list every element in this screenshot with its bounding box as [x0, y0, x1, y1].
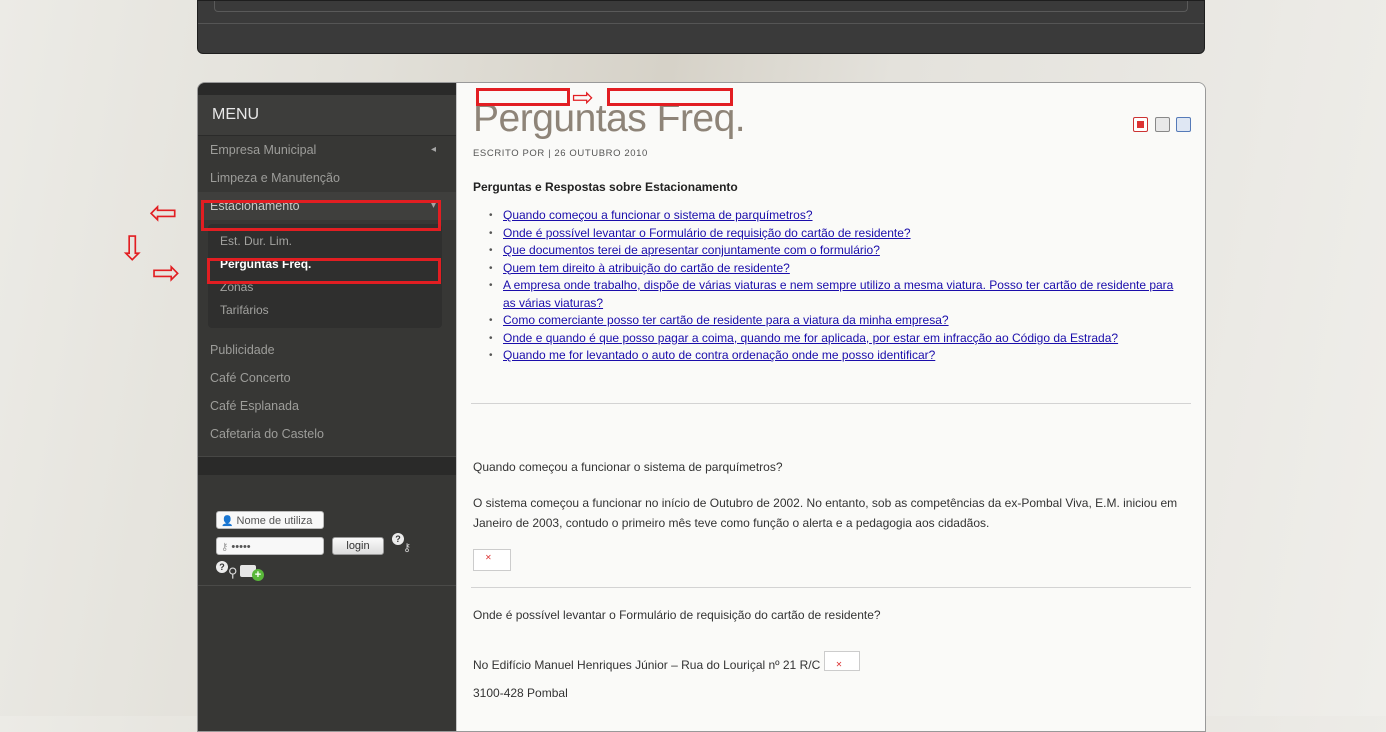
menu-item-label: Limpeza e Manutenção [210, 171, 340, 185]
user-icon: 👤 [221, 516, 234, 527]
menu-item-label: Cafetaria do Castelo [210, 427, 324, 441]
submenu-item-tarifarios[interactable]: Tarifários [208, 299, 442, 322]
menu-item-limpeza-manutencao[interactable]: Limpeza e Manutenção [198, 164, 456, 192]
menu-item-label: Empresa Municipal [210, 143, 317, 157]
menu-list: Empresa Municipal ◂ Limpeza e Manutenção… [198, 136, 456, 448]
main-container: MENU Empresa Municipal ◂ Limpeza e Manut… [197, 82, 1206, 732]
menu-item-label: Publicidade [210, 343, 275, 357]
broken-image-icon [823, 651, 860, 675]
menu-item-label: Café Esplanada [210, 399, 299, 413]
article-tools [1131, 117, 1191, 135]
sidebar: MENU Empresa Municipal ◂ Limpeza e Manut… [198, 83, 456, 731]
faq-link[interactable]: A empresa onde trabalho, dispõe de vária… [503, 278, 1173, 310]
faq-link[interactable]: Quando me for levantado o auto de contra… [503, 348, 935, 362]
faq-list: Quando começou a funcionar o sistema de … [487, 207, 1187, 365]
add-user-icon[interactable]: + [252, 569, 264, 581]
pdf-icon[interactable] [1133, 117, 1149, 132]
menu-item-label: Café Concerto [210, 371, 291, 385]
login-box: 👤 Nome de utiliza ⚷ ••••• login ? ⚷ ? ⚲ … [198, 475, 456, 586]
faq-item: Quem tem direito à atribuição do cartão … [487, 260, 1187, 278]
question-1: Quando começou a funcionar o sistema de … [473, 460, 783, 474]
faq-link[interactable]: Quem tem direito à atribuição do cartão … [503, 261, 790, 275]
faq-item: Que documentos terei de apresentar conju… [487, 242, 1187, 260]
top-header-bar [197, 0, 1205, 54]
question-2: Onde é possível levantar o Formulário de… [473, 608, 881, 622]
menu-item-publicidade[interactable]: Publicidade [198, 336, 456, 364]
submenu-item-est-dur-lim[interactable]: Est. Dur. Lim. [208, 230, 442, 253]
menu-item-cafetaria-castelo[interactable]: Cafetaria do Castelo [198, 420, 456, 448]
annotation-box [607, 88, 733, 106]
content-area: Perguntas Freq. ESCRITO POR | 26 OUTUBRO… [456, 83, 1205, 731]
sidebar-divider [198, 456, 456, 475]
menu-item-cafe-esplanada[interactable]: Café Esplanada [198, 392, 456, 420]
answer-2-line-2: 3100-428 Pombal [473, 686, 568, 700]
annotation-box [207, 258, 441, 284]
menu-item-cafe-concerto[interactable]: Café Concerto [198, 364, 456, 392]
broken-image-icon [473, 549, 511, 571]
answer-2-text: No Edifício Manuel Henriques Júnior – Ru… [473, 658, 821, 672]
divider [471, 587, 1191, 588]
faq-link[interactable]: Que documentos terei de apresentar conju… [503, 243, 880, 257]
username-placeholder: Nome de utiliza [236, 515, 313, 527]
menu-title: MENU [198, 95, 456, 136]
chevron-left-icon: ◂ [430, 144, 436, 155]
key-icon: ⚷ [221, 542, 229, 553]
password-value: ••••• [231, 541, 251, 553]
header-inner-frame [214, 1, 1188, 12]
user-icon[interactable]: ⚲ [228, 565, 238, 581]
header-separator [198, 23, 1204, 24]
print-icon[interactable] [1154, 117, 1170, 132]
faq-item: Como comerciante posso ter cartão de res… [487, 312, 1187, 330]
faq-link[interactable]: Onde e quando é que posso pagar a coima,… [503, 331, 1118, 345]
sidebar-cap [198, 83, 456, 95]
password-input[interactable]: ⚷ ••••• [216, 537, 324, 555]
faq-link[interactable]: Quando começou a funcionar o sistema de … [503, 208, 813, 222]
faq-item: A empresa onde trabalho, dispõe de vária… [487, 277, 1187, 312]
annotation-arrow-right-icon: ⇨ [572, 82, 594, 112]
login-button[interactable]: login [332, 537, 384, 555]
faq-link[interactable]: Como comerciante posso ter cartão de res… [503, 313, 949, 327]
answer-1: O sistema começou a funcionar no início … [473, 496, 1178, 530]
faq-link[interactable]: Onde é possível levantar o Formulário de… [503, 226, 911, 240]
section-heading: Perguntas e Respostas sobre Estacionamen… [473, 180, 738, 194]
annotation-box [201, 200, 441, 231]
annotation-arrow-left-icon: ⇦ [149, 194, 178, 232]
annotation-arrow-down-icon: ⇩ [118, 230, 147, 268]
annotation-box [476, 88, 570, 106]
answer-2-line-1: No Edifício Manuel Henriques Júnior – Ru… [473, 651, 1203, 675]
help-icon[interactable]: ? [216, 561, 228, 573]
key-icon[interactable]: ⚷ [403, 541, 411, 554]
annotation-arrow-right-icon: ⇨ [152, 254, 181, 292]
byline: ESCRITO POR | 26 OUTUBRO 2010 [473, 148, 648, 159]
faq-item: Quando me for levantado o auto de contra… [487, 347, 1187, 365]
email-icon[interactable] [1176, 117, 1191, 132]
divider [471, 403, 1191, 404]
faq-item: Onde é possível levantar o Formulário de… [487, 225, 1187, 243]
faq-item: Onde e quando é que posso pagar a coima,… [487, 330, 1187, 348]
faq-item: Quando começou a funcionar o sistema de … [487, 207, 1187, 225]
menu-item-empresa-municipal[interactable]: Empresa Municipal ◂ [198, 136, 456, 164]
username-input[interactable]: 👤 Nome de utiliza [216, 511, 324, 529]
